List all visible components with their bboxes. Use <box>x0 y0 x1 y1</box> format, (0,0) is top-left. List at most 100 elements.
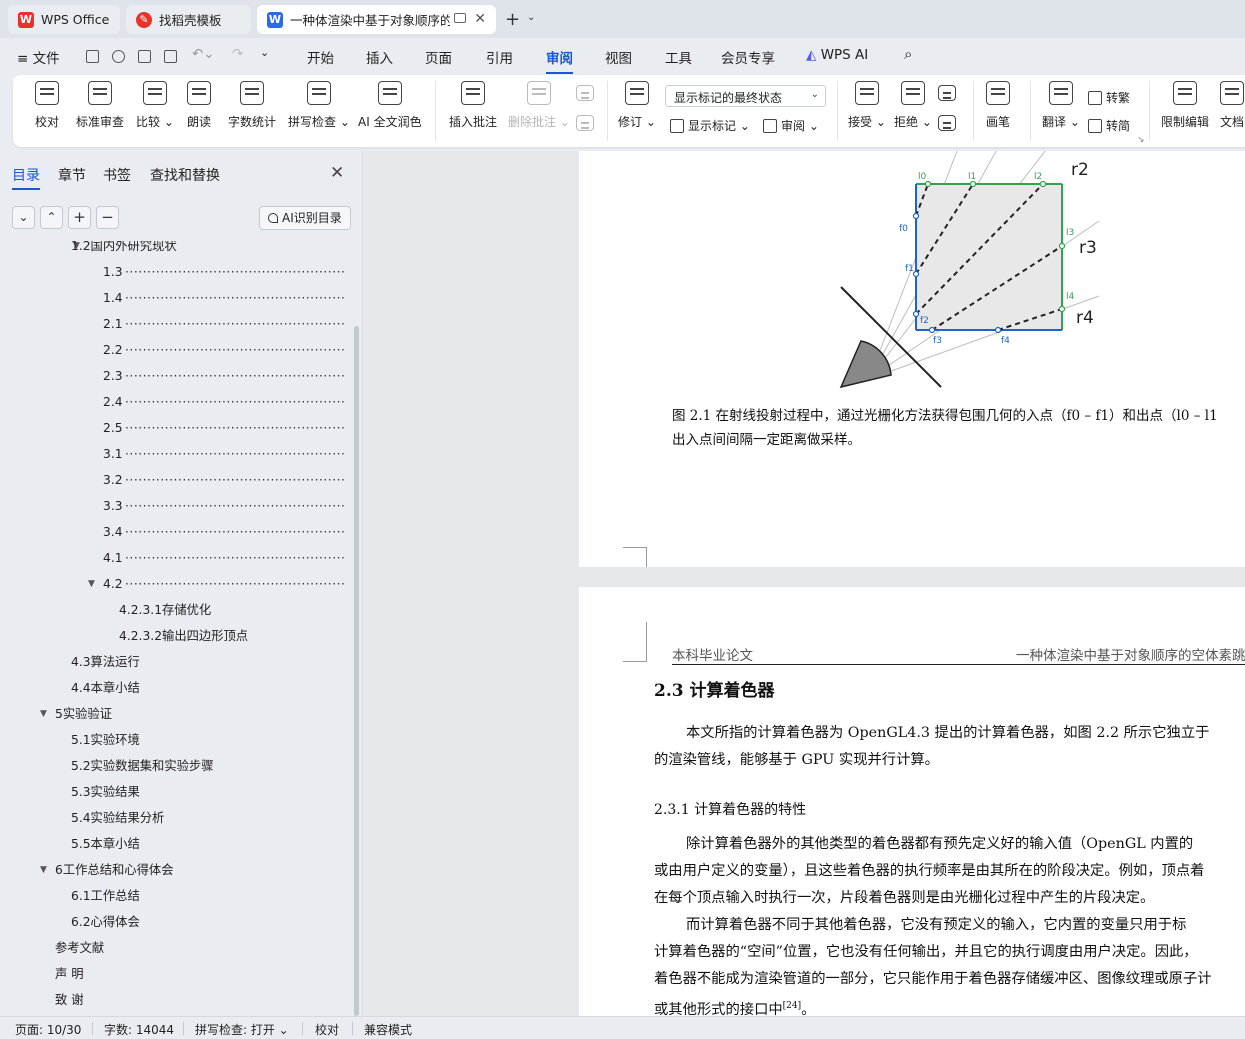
toc-item[interactable]: ▼ 6工作总结和心得体会 <box>0 857 345 883</box>
to-simplified-button[interactable]: 转简 <box>1088 117 1130 134</box>
nav-tab-bookmarks[interactable]: 书签 <box>103 165 131 185</box>
undo-icon[interactable]: ↶⌄ <box>192 46 215 62</box>
paragraph[interactable]: 除计算着色器外的其他类型的着色器都有预先定义好的输入值（OpenGL 内置的 或… <box>654 831 1204 912</box>
tab-current-document[interactable]: W 一种体渲染中基于对象顺序的空体素跳过方法 ✕ <box>257 5 496 34</box>
restrict-edit-button[interactable]: 限制编辑 <box>1161 81 1209 130</box>
expand-arrow-icon[interactable]: ▼ <box>40 701 47 727</box>
add-heading-button[interactable]: + <box>68 206 91 229</box>
spell-check-indicator[interactable]: 拼写检查: 打开 ⌄ <box>195 1021 289 1038</box>
menu-tools[interactable]: 工具 <box>665 47 692 67</box>
toc-item[interactable]: 2.1 ·····································… <box>0 311 345 337</box>
chevron-down-icon[interactable]: ⌄ <box>527 12 535 23</box>
toc-item[interactable]: 4.2.3.2输出四边形顶点 <box>0 623 345 649</box>
close-tab-icon[interactable]: ✕ <box>474 11 486 27</box>
proofread-button[interactable]: 校对 <box>35 81 59 130</box>
menu-review[interactable]: 审阅 <box>546 47 573 74</box>
toc-item[interactable]: ▼ 1.2国内外研究现状 <box>0 241 345 259</box>
to-traditional-button[interactable]: 转繁 <box>1088 89 1130 106</box>
print-preview-icon[interactable] <box>164 50 177 63</box>
toc-item[interactable]: 2.4 ·····································… <box>0 389 345 415</box>
standard-review-button[interactable]: 标准审查 <box>76 81 124 130</box>
tab-wps-office[interactable]: W WPS Office <box>8 5 120 34</box>
compare-button[interactable]: 比较 ⌄ <box>136 81 174 130</box>
toc-item[interactable]: 2.5 ·····································… <box>0 415 345 441</box>
toc-item[interactable]: 1.3 ·····································… <box>0 259 345 285</box>
save-icon[interactable] <box>86 50 99 63</box>
proof-indicator[interactable]: 校对 <box>315 1021 339 1038</box>
paragraph[interactable]: 而计算着色器不同于其他着色器，它没有预定义的输入，它内置的变量只用于标 计算着色… <box>654 912 1212 1016</box>
toc-item[interactable]: 6.1工作总结 <box>0 883 345 909</box>
menu-view[interactable]: 视图 <box>605 47 632 67</box>
menu-insert[interactable]: 插入 <box>366 47 393 67</box>
toc-item[interactable]: 致 谢 <box>0 987 345 1013</box>
accept-button[interactable]: 接受 ⌄ <box>848 81 886 130</box>
toc-item[interactable]: 4.3算法运行 <box>0 649 345 675</box>
new-tab-icon[interactable]: + <box>505 9 520 30</box>
collapse-all-button[interactable]: ⌄ <box>12 206 35 229</box>
expand-arrow-icon[interactable]: ▼ <box>88 571 95 597</box>
track-changes-button[interactable]: 修订 ⌄ <box>618 81 656 130</box>
nav-tab-find-replace[interactable]: 查找和替换 <box>150 165 220 185</box>
nav-tab-sections[interactable]: 章节 <box>58 165 86 185</box>
reject-button[interactable]: 拒绝 ⌄ <box>894 81 932 130</box>
toc-item[interactable]: ▼ 5实验验证 <box>0 701 345 727</box>
toc-item[interactable]: 4.4本章小结 <box>0 675 345 701</box>
print-icon[interactable] <box>138 50 151 63</box>
next-change-button[interactable] <box>938 115 956 139</box>
toc-item[interactable]: 5.1实验环境 <box>0 727 345 753</box>
toc-item[interactable]: 声 明 <box>0 961 345 987</box>
nav-tab-toc[interactable]: 目录 <box>12 165 40 190</box>
menu-wps-ai[interactable]: ◭ WPS AI <box>806 47 868 63</box>
menu-page[interactable]: 页面 <box>425 47 452 67</box>
expand-up-button[interactable]: ⌃ <box>40 206 63 229</box>
word-count-button[interactable]: 字数统计 <box>228 81 276 130</box>
menu-references[interactable]: 引用 <box>486 47 513 67</box>
toc-item[interactable]: 4.1 ·····································… <box>0 545 345 571</box>
remove-heading-button[interactable]: − <box>96 206 119 229</box>
paragraph[interactable]: 本文所指的计算着色器为 OpenGL4.3 提出的计算着色器，如图 2.2 所示… <box>654 720 1209 774</box>
toc-item[interactable]: 3.3 ·····································… <box>0 493 345 519</box>
expand-arrow-icon[interactable]: ▼ <box>40 857 47 883</box>
search-icon[interactable]: ⌕ <box>904 45 912 63</box>
tab-docer-templates[interactable]: ✎ 找稻壳模板 <box>126 5 251 34</box>
spell-check-button[interactable]: 拼写检查 ⌄ <box>288 81 350 130</box>
toc-item[interactable]: 2.2 ·····································… <box>0 337 345 363</box>
delete-comment-button[interactable]: 删除批注 ⌄ <box>508 81 570 130</box>
menu-member[interactable]: 会员专享 <box>721 47 775 67</box>
monitor-icon[interactable] <box>454 13 466 23</box>
nav-scrollbar[interactable] <box>354 326 359 1016</box>
prev-comment-button[interactable] <box>576 85 594 109</box>
toc-item[interactable]: 4.2.3.1存储优化 <box>0 597 345 623</box>
toc-item[interactable]: 2.3 ·····································… <box>0 363 345 389</box>
pen-button[interactable]: 画笔 <box>986 81 1010 130</box>
insert-comment-button[interactable]: 插入批注 <box>449 81 497 130</box>
ribbon-expand-icon[interactable]: ↘ <box>1137 135 1145 145</box>
review-pane-button[interactable]: 审阅 ⌄ <box>763 117 819 134</box>
next-comment-button[interactable] <box>576 115 594 139</box>
toc-item[interactable]: 5.2实验数据集和实验步骤 <box>0 753 345 779</box>
more-chevron-icon[interactable]: ⌄ <box>260 46 269 59</box>
toc-item[interactable]: 3.4 ·····································… <box>0 519 345 545</box>
show-markup-button[interactable]: 显示标记 ⌄ <box>670 117 750 134</box>
file-menu[interactable]: ≡ 文件 <box>17 47 60 67</box>
share-icon[interactable] <box>112 50 125 63</box>
toc-item[interactable]: 参考文献 <box>0 935 345 961</box>
toc-item[interactable]: 5.3实验结果 <box>0 779 345 805</box>
toc-item[interactable]: 1.4 ·····································… <box>0 285 345 311</box>
markup-state-dropdown[interactable]: 显示标记的最终状态 ⌄ <box>665 85 826 107</box>
toc-item[interactable]: ▼ 4.2 ····································… <box>0 571 345 597</box>
ai-toc-button[interactable]: AI识别目录 <box>259 206 351 230</box>
word-count-indicator[interactable]: 字数: 14044 <box>104 1021 174 1038</box>
page-indicator[interactable]: 页面: 10/30 <box>15 1021 81 1038</box>
toc-item[interactable]: 5.5本章小结 <box>0 831 345 857</box>
citation[interactable]: [24] <box>783 1001 801 1011</box>
ai-polish-button[interactable]: AI 全文润色 <box>358 81 422 130</box>
read-aloud-button[interactable]: 朗读 <box>187 81 211 130</box>
doc-protect-button[interactable]: 文档 <box>1220 81 1244 130</box>
translate-button[interactable]: 翻译 ⌄ <box>1042 81 1080 130</box>
toc-item[interactable]: 3.1 ·····································… <box>0 441 345 467</box>
toc-item[interactable]: 5.4实验结果分析 <box>0 805 345 831</box>
toc-item[interactable]: 6.2心得体会 <box>0 909 345 935</box>
menu-start[interactable]: 开始 <box>307 47 334 67</box>
prev-change-button[interactable] <box>938 85 956 109</box>
